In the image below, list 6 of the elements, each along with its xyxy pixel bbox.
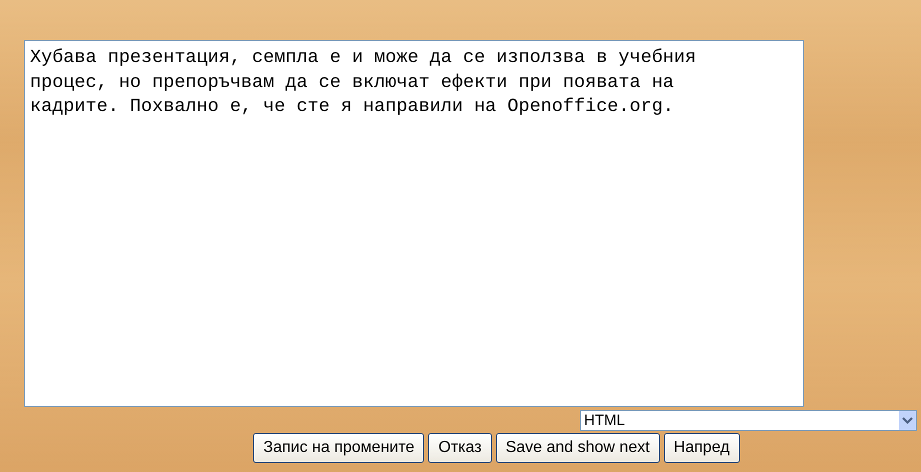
- form-button[interactable]: Отказ: [428, 433, 492, 463]
- format-select[interactable]: HTML: [580, 410, 917, 431]
- comment-text-area[interactable]: Хубава презентация, семпла е и може да се използва в учебния процес, но препоръчвам да се включат ефекти при появата на кадрите. Похвално е, че сте я направили на Openoffice.org.: [24, 40, 804, 407]
- form-button[interactable]: Напред: [664, 433, 740, 463]
- form-button[interactable]: Save and show next: [496, 433, 660, 463]
- form-button[interactable]: Запис на промените: [253, 433, 424, 463]
